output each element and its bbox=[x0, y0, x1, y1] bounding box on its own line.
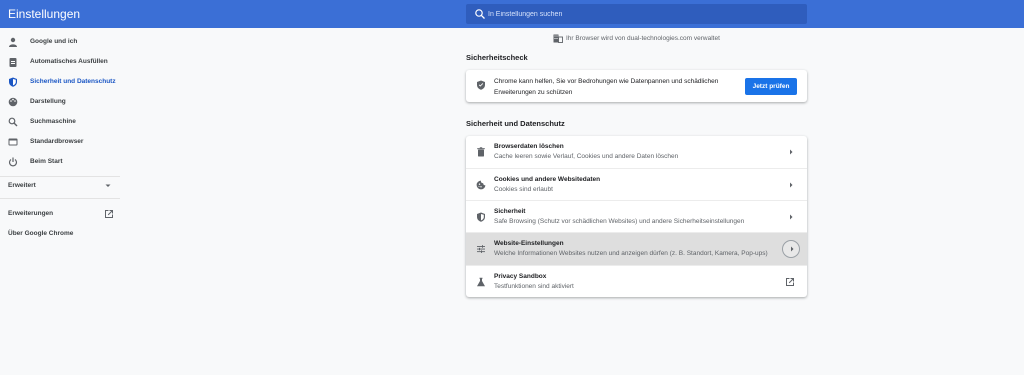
sidebar-divider bbox=[0, 198, 120, 199]
app-title: Einstellungen bbox=[8, 7, 81, 21]
row-title: Cookies und andere Websitedaten bbox=[494, 176, 601, 183]
search-box[interactable] bbox=[466, 4, 807, 24]
sidebar-item-on-startup[interactable]: Beim Start bbox=[0, 152, 120, 172]
chevron-right-icon bbox=[790, 182, 793, 188]
clipboard-icon bbox=[9, 58, 17, 67]
row-title: Sicherheit bbox=[494, 208, 526, 215]
chevron-right-icon bbox=[791, 246, 794, 252]
top-bar: Einstellungen bbox=[0, 0, 1024, 28]
sidebar-item-default-browser[interactable]: Standardbrowser bbox=[0, 132, 120, 152]
check-now-button[interactable]: Jetzt prüfen bbox=[745, 78, 797, 95]
sidebar-item-google[interactable]: Google und ich bbox=[0, 32, 120, 52]
row-subtitle: Cache leeren sowie Verlauf, Cookies und … bbox=[494, 153, 679, 160]
row-subtitle: Cookies sind erlaubt bbox=[494, 186, 553, 193]
sidebar-item-label: Google und ich bbox=[30, 38, 78, 45]
chevron-right-icon bbox=[790, 149, 793, 155]
sidebar-item-appearance[interactable]: Darstellung bbox=[0, 92, 120, 112]
shield-icon bbox=[477, 212, 485, 222]
shield-icon bbox=[477, 80, 485, 90]
row-title: Website-Einstellungen bbox=[494, 240, 564, 247]
palette-icon bbox=[8, 97, 18, 107]
sidebar-item-autofill[interactable]: Automatisches Ausfüllen bbox=[0, 52, 120, 72]
person-icon bbox=[9, 37, 17, 47]
sidebar-item-label: Sicherheit und Datenschutz bbox=[30, 78, 116, 85]
sidebar-item-label: Beim Start bbox=[30, 158, 63, 165]
managed-notice-text: Ihr Browser wird von dual-technologies.c… bbox=[566, 35, 720, 42]
flask-icon bbox=[477, 277, 485, 287]
safety-check-description: Chrome kann helfen, Sie vor Bedrohungen … bbox=[494, 78, 719, 96]
privacy-card: Browserdaten löschen Cache leeren sowie … bbox=[466, 136, 807, 297]
sidebar-extensions-label: Erweiterungen bbox=[8, 210, 54, 217]
sliders-icon bbox=[477, 245, 485, 253]
open-in-new-icon[interactable] bbox=[104, 209, 114, 219]
row-title: Privacy Sandbox bbox=[494, 273, 547, 280]
sidebar-advanced[interactable]: Erweitert bbox=[8, 182, 36, 189]
row-subtitle: Safe Browsing (Schutz vor schädlichen We… bbox=[494, 218, 745, 225]
sidebar-about-label: Über Google Chrome bbox=[8, 230, 74, 237]
safety-check-card: Chrome kann helfen, Sie vor Bedrohungen … bbox=[466, 70, 807, 102]
sidebar-item-label: Suchmaschine bbox=[30, 118, 76, 125]
search-icon bbox=[475, 9, 485, 19]
browser-icon bbox=[8, 138, 18, 146]
sidebar-item-label: Standardbrowser bbox=[30, 138, 84, 145]
chevron-down-icon[interactable] bbox=[104, 183, 112, 189]
row-subtitle: Welche Informationen Websites nutzen und… bbox=[494, 250, 768, 257]
power-icon bbox=[8, 157, 18, 167]
sidebar-about[interactable]: Über Google Chrome bbox=[8, 230, 73, 237]
sidebar-item-label: Darstellung bbox=[30, 98, 66, 105]
sidebar-advanced-label: Erweitert bbox=[8, 182, 36, 189]
sidebar-extensions[interactable]: Erweiterungen bbox=[8, 210, 53, 217]
trash-icon bbox=[477, 147, 485, 157]
chevron-right-icon bbox=[790, 214, 793, 220]
row-title: Browserdaten löschen bbox=[494, 143, 564, 150]
search-icon bbox=[8, 117, 18, 127]
shield-icon bbox=[9, 77, 17, 87]
sidebar-item-search-engine[interactable]: Suchmaschine bbox=[0, 112, 120, 132]
row-clear-browsing-data[interactable]: Browserdaten löschen Cache leeren sowie … bbox=[466, 136, 807, 168]
row-subtitle: Testfunktionen sind aktiviert bbox=[494, 283, 574, 290]
section-title-privacy: Sicherheit und Datenschutz bbox=[466, 119, 565, 128]
row-site-settings[interactable]: Website-Einstellungen Welche Information… bbox=[466, 232, 807, 265]
row-cookies[interactable]: Cookies und andere Websitedaten Cookies … bbox=[466, 168, 807, 200]
sidebar-item-label: Automatisches Ausfüllen bbox=[30, 58, 108, 65]
sidebar-item-privacy[interactable]: Sicherheit und Datenschutz bbox=[0, 72, 120, 92]
section-title-safety-check: Sicherheitscheck bbox=[466, 53, 528, 62]
chevron-right-button[interactable] bbox=[782, 240, 800, 258]
row-privacy-sandbox[interactable]: Privacy Sandbox Testfunktionen sind akti… bbox=[466, 265, 807, 297]
search-input[interactable] bbox=[488, 7, 788, 21]
cookie-icon bbox=[476, 180, 486, 190]
sidebar-divider bbox=[0, 176, 120, 177]
building-icon bbox=[553, 34, 563, 43]
row-security[interactable]: Sicherheit Safe Browsing (Schutz vor sch… bbox=[466, 200, 807, 232]
open-in-new-icon bbox=[786, 278, 794, 286]
